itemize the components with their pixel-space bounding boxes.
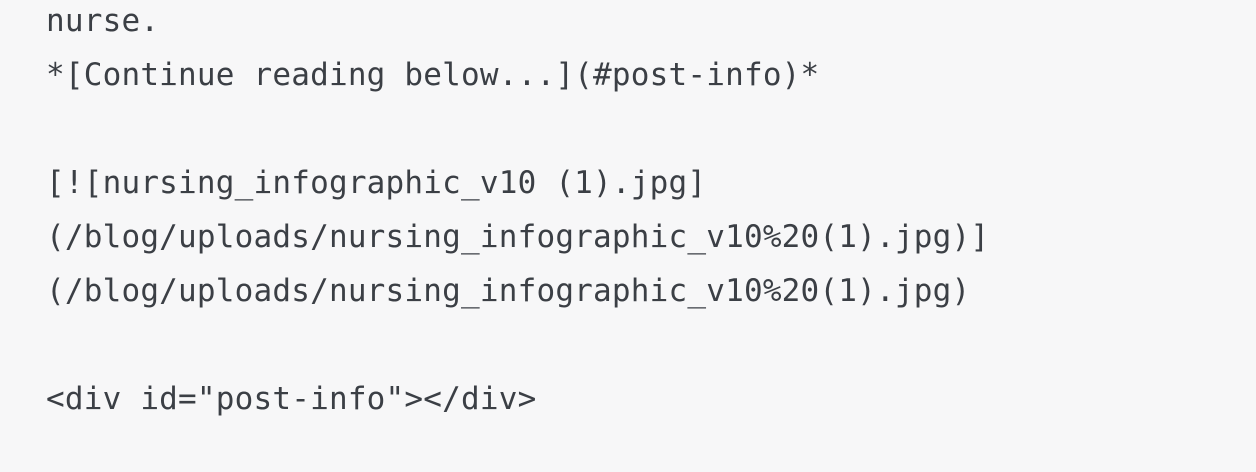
code-line-5: (/blog/uploads/nursing_infographic_v10%2… bbox=[46, 219, 990, 255]
markdown-source-viewer: nurse. *[Continue reading below...](#post… bbox=[0, 0, 1256, 472]
code-line-2: *[Continue reading below...](#post-info)… bbox=[46, 57, 820, 93]
code-line-8: <div id="post-info"></div> bbox=[46, 381, 537, 417]
code-line-6: (/blog/uploads/nursing_infographic_v10%2… bbox=[46, 273, 971, 309]
markdown-code-block: nurse. *[Continue reading below...](#post… bbox=[46, 0, 989, 426]
code-line-4: [![nursing_infographic_v10 (1).jpg] bbox=[46, 165, 707, 201]
code-line-1: nurse. bbox=[46, 3, 160, 39]
